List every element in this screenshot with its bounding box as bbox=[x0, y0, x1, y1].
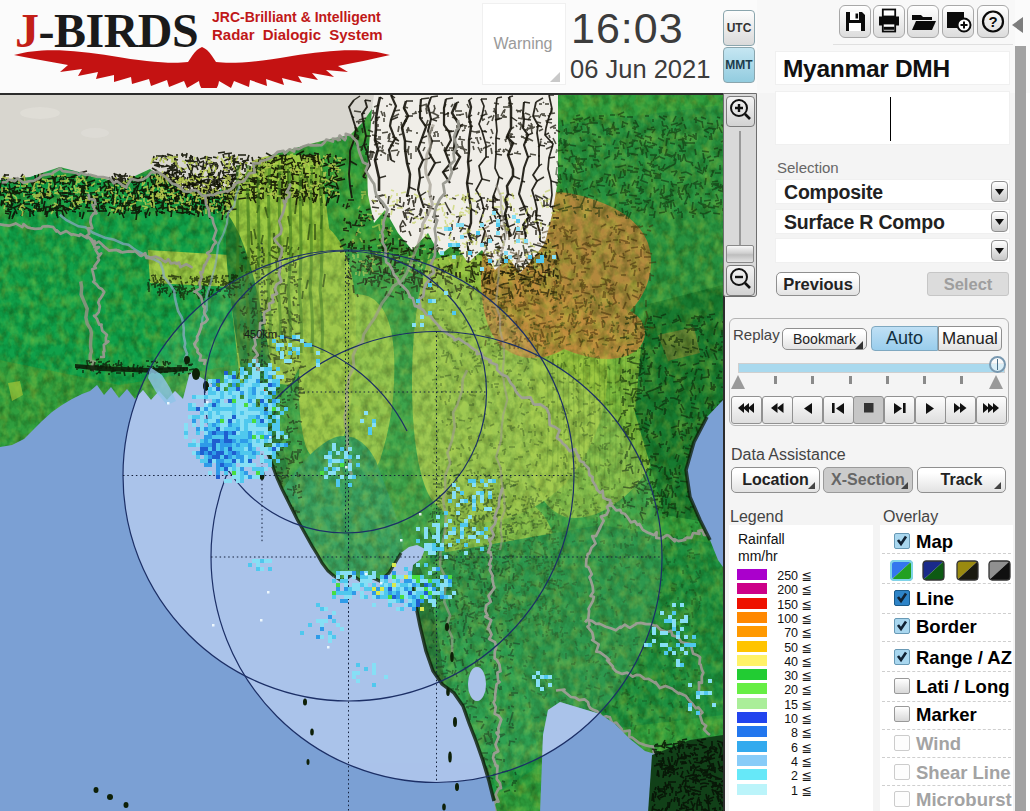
svg-text:450km: 450km bbox=[244, 328, 277, 340]
svg-text:?: ? bbox=[988, 13, 997, 30]
